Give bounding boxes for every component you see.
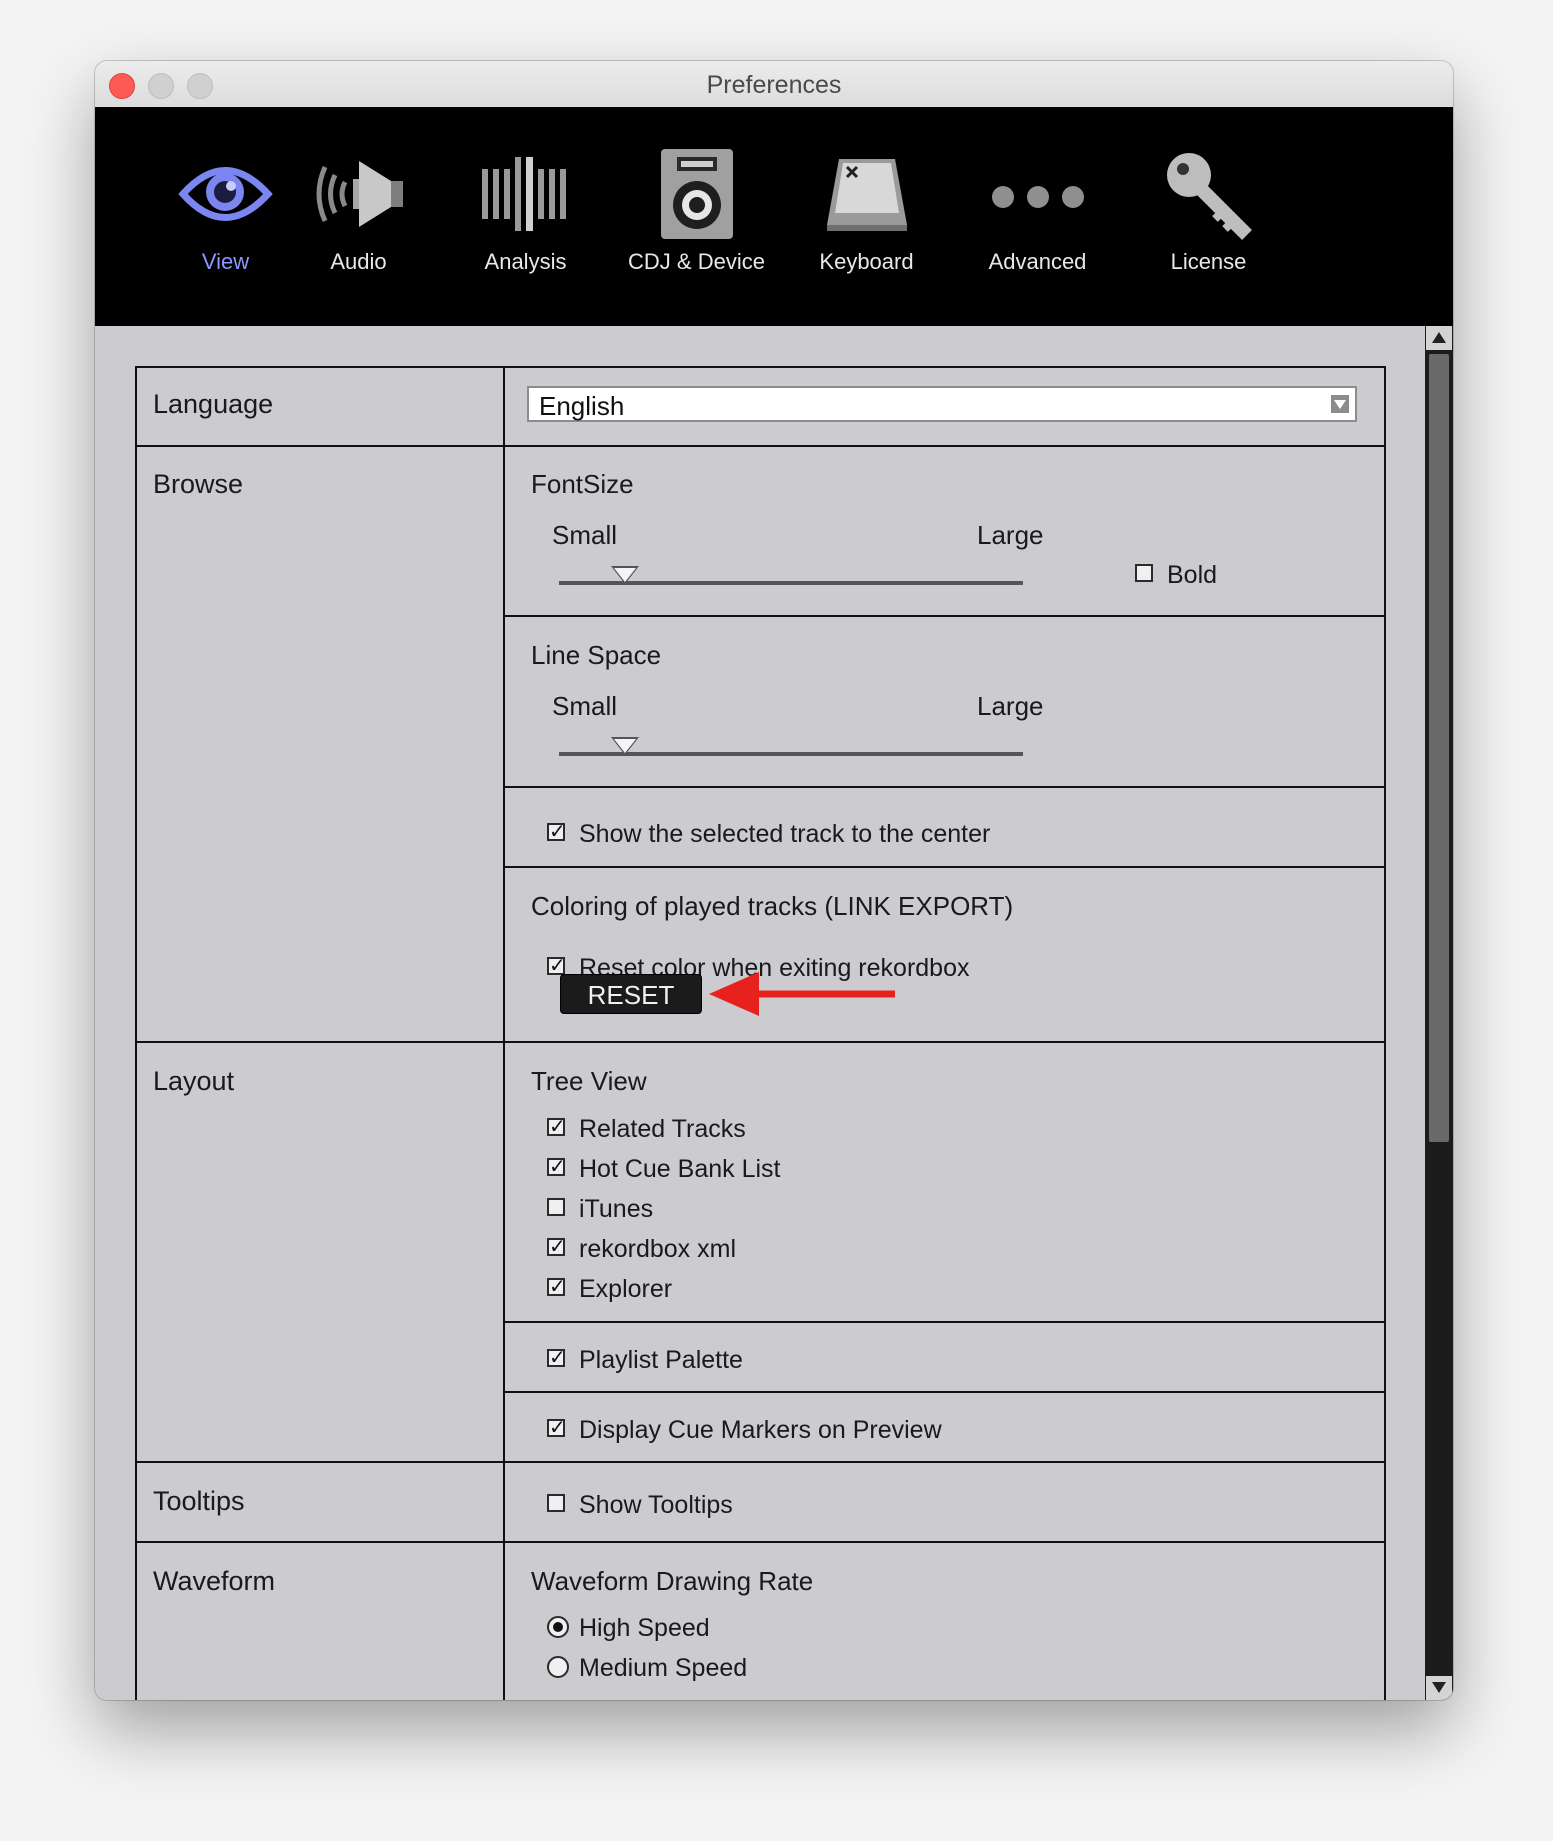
tab-advanced-label: Advanced xyxy=(988,249,1087,274)
hot-cue-bank-list-checkbox[interactable] xyxy=(547,1154,566,1178)
tab-advanced[interactable]: Advanced xyxy=(952,107,1123,326)
cdj-device-icon xyxy=(661,149,733,239)
hot-cue-bank-list-label: Hot Cue Bank List xyxy=(579,1155,781,1183)
high-speed-radio[interactable] xyxy=(547,1616,569,1638)
tab-audio-label: Audio xyxy=(330,249,387,274)
tab-analysis-label: Analysis xyxy=(484,249,567,274)
show-tooltips-checkbox[interactable] xyxy=(547,1494,565,1512)
medium-speed-label: Medium Speed xyxy=(579,1654,748,1682)
cue-markers-label: Display Cue Markers on Preview xyxy=(579,1416,942,1444)
reset-button[interactable]: RESET xyxy=(560,974,702,1014)
title-bar: Preferences xyxy=(95,61,1453,108)
vertical-scrollbar[interactable] xyxy=(1425,326,1453,1700)
keyboard-key-icon xyxy=(827,159,907,231)
waveform-bars-icon xyxy=(482,157,566,231)
divider xyxy=(503,866,1386,868)
divider xyxy=(503,1321,1386,1323)
tab-analysis[interactable]: Analysis xyxy=(440,107,611,326)
related-tracks-label: Related Tracks xyxy=(579,1115,746,1143)
coloring-title: Coloring of played tracks (LINK EXPORT) xyxy=(531,891,1014,921)
show-center-checkbox[interactable] xyxy=(547,819,566,843)
divider xyxy=(503,786,1386,788)
linespace-small-label: Small xyxy=(552,691,618,721)
linespace-large-label: Large xyxy=(977,691,1044,721)
bold-label: Bold xyxy=(1167,561,1218,589)
tab-cdj-device[interactable]: CDJ & Device xyxy=(611,107,782,326)
window-title: Preferences xyxy=(706,71,842,99)
key-icon xyxy=(1167,153,1252,240)
fontsize-small-label: Small xyxy=(552,520,618,550)
preferences-content: Language English Browse FontSize Small L… xyxy=(95,326,1425,1700)
itunes-label: iTunes xyxy=(579,1195,654,1223)
tab-keyboard[interactable]: Keyboard xyxy=(781,107,952,326)
preferences-toolbar: View Audio Analysis CDJ & Device Keyboar… xyxy=(95,107,1453,326)
dots-icon xyxy=(992,186,1084,208)
waveform-label: Waveform xyxy=(153,1566,276,1596)
grid-column-divider xyxy=(503,366,505,1700)
eye-icon xyxy=(178,167,273,221)
related-tracks-checkbox[interactable] xyxy=(547,1114,566,1138)
grid-border-left xyxy=(135,366,137,1700)
divider xyxy=(135,1461,1386,1463)
preferences-window: Preferences View Audio Analysis CDJ & De… xyxy=(95,61,1453,1700)
cue-markers-checkbox[interactable] xyxy=(547,1415,566,1439)
explorer-label: Explorer xyxy=(579,1275,673,1303)
treeview-title: Tree View xyxy=(531,1066,647,1096)
reset-color-checkbox[interactable] xyxy=(547,953,566,977)
tab-license-label: License xyxy=(1170,249,1247,274)
red-arrow-annotation xyxy=(709,972,895,1016)
speaker-icon xyxy=(316,161,403,227)
fontsize-title: FontSize xyxy=(531,469,634,499)
divider xyxy=(503,1391,1386,1393)
tab-license[interactable]: License xyxy=(1123,107,1294,326)
rekordbox-xml-label: rekordbox xml xyxy=(579,1235,736,1263)
medium-speed-radio[interactable] xyxy=(547,1656,569,1678)
divider xyxy=(135,1041,1386,1043)
linespace-slider-handle[interactable] xyxy=(611,737,639,755)
playlist-palette-label: Playlist Palette xyxy=(579,1346,743,1374)
language-dropdown[interactable]: English xyxy=(527,386,1357,422)
divider xyxy=(503,615,1386,617)
rekordbox-xml-checkbox[interactable] xyxy=(547,1234,566,1258)
explorer-checkbox[interactable] xyxy=(547,1274,566,1298)
tab-keyboard-label: Keyboard xyxy=(819,249,914,274)
tooltips-label: Tooltips xyxy=(153,1486,245,1516)
grid-border-top xyxy=(135,366,1386,368)
divider xyxy=(135,445,1386,447)
show-center-label: Show the selected track to the center xyxy=(579,820,991,848)
playlist-palette-checkbox[interactable] xyxy=(547,1345,566,1369)
tab-audio[interactable]: Audio xyxy=(273,107,444,326)
settings-grid: Language English Browse FontSize Small L… xyxy=(135,366,1386,1700)
bold-checkbox[interactable] xyxy=(1135,564,1153,582)
language-dropdown-value: English xyxy=(539,391,625,421)
linespace-title: Line Space xyxy=(531,640,662,670)
language-label: Language xyxy=(153,389,274,419)
browse-label: Browse xyxy=(153,469,244,499)
chevron-down-icon xyxy=(1331,395,1349,413)
itunes-checkbox[interactable] xyxy=(547,1198,565,1216)
waveform-rate-title: Waveform Drawing Rate xyxy=(531,1566,814,1596)
fontsize-slider-handle[interactable] xyxy=(611,566,639,584)
divider xyxy=(135,1541,1386,1543)
high-speed-label: High Speed xyxy=(579,1614,710,1642)
grid-border-right xyxy=(1384,366,1386,1700)
tab-cdj-device-label: CDJ & Device xyxy=(628,249,765,274)
scroll-up-arrow-icon[interactable] xyxy=(1426,326,1452,350)
fontsize-large-label: Large xyxy=(977,520,1044,550)
layout-label: Layout xyxy=(153,1066,235,1096)
scroll-down-arrow-icon[interactable] xyxy=(1426,1676,1452,1700)
show-tooltips-label: Show Tooltips xyxy=(579,1491,733,1519)
scrollbar-thumb[interactable] xyxy=(1429,354,1449,1142)
